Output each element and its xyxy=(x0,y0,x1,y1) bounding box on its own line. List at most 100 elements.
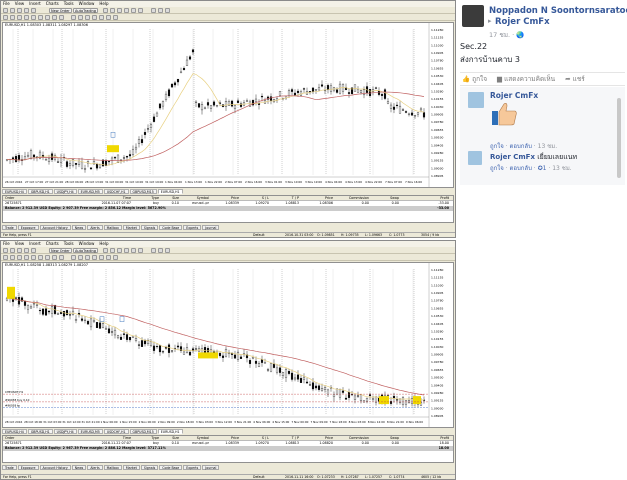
col-time[interactable]: Time xyxy=(31,196,131,200)
period-m30-button[interactable] xyxy=(92,15,97,20)
tab-mailbox[interactable]: Mailbox xyxy=(103,465,122,470)
col-size[interactable]: Size xyxy=(159,196,179,200)
autotrading-button[interactable]: AutoTrading xyxy=(73,248,98,253)
col-tp[interactable]: T / P xyxy=(269,196,299,200)
horizontal-line-icon[interactable] xyxy=(24,15,29,20)
candle-chart-icon[interactable] xyxy=(110,8,115,13)
tab-market[interactable]: Market xyxy=(122,465,140,470)
col-swap[interactable]: Swap xyxy=(369,196,399,200)
col-commission[interactable]: Commission xyxy=(333,436,369,440)
symbol-tab[interactable]: USDJPY,H4 xyxy=(53,189,77,194)
col-time[interactable]: Time xyxy=(31,436,131,440)
symbol-tab[interactable]: EURUSD,H4 xyxy=(2,189,27,194)
period-m5-button[interactable] xyxy=(78,255,83,260)
tab-trade[interactable]: Trade xyxy=(2,465,17,470)
cursor-icon[interactable] xyxy=(3,15,8,20)
commenter-avatar[interactable] xyxy=(468,151,482,165)
commenter-name[interactable]: Rojer CmFx xyxy=(490,153,535,161)
periods-icon[interactable] xyxy=(158,248,163,253)
line-chart-icon[interactable] xyxy=(117,248,122,253)
trendline-icon[interactable] xyxy=(31,255,36,260)
tab-alerts[interactable]: Alerts xyxy=(87,465,103,470)
col-swap[interactable]: Swap xyxy=(369,436,399,440)
col-price[interactable]: Price xyxy=(209,196,239,200)
indicators-icon[interactable] xyxy=(151,248,156,253)
author-avatar[interactable] xyxy=(462,5,484,27)
tab-account-history[interactable]: Account History xyxy=(39,225,71,230)
indicators-icon[interactable] xyxy=(151,8,156,13)
col-price2[interactable]: Price xyxy=(299,436,333,440)
zoom-out-icon[interactable] xyxy=(131,248,136,253)
tab-journal[interactable]: Journal xyxy=(202,465,220,470)
period-m1-button[interactable] xyxy=(71,255,76,260)
period-h4-button[interactable] xyxy=(106,15,111,20)
autotrading-button[interactable]: AutoTrading xyxy=(73,8,98,13)
symbol-tab[interactable]: EURUSD,M5 xyxy=(77,429,103,434)
symbol-tab-active[interactable]: EURUSD,H1 xyxy=(157,429,183,434)
period-d1-button[interactable] xyxy=(113,255,118,260)
col-commission[interactable]: Commission xyxy=(333,196,369,200)
symbol-tab[interactable]: GBPUSD,M15 xyxy=(129,189,157,194)
market-watch-icon[interactable] xyxy=(17,8,22,13)
symbol-tab[interactable]: USDCHF,H1 xyxy=(103,429,129,434)
profiles-icon[interactable] xyxy=(10,8,15,13)
col-price2[interactable]: Price xyxy=(299,196,333,200)
tab-signals[interactable]: Signals xyxy=(140,465,159,470)
tab-journal[interactable]: Journal xyxy=(202,225,220,230)
period-h1-button[interactable] xyxy=(99,255,104,260)
scrollbar[interactable] xyxy=(617,98,621,178)
tab-alerts[interactable]: Alerts xyxy=(87,225,103,230)
col-symbol[interactable]: Symbol xyxy=(179,436,209,440)
tab-signals[interactable]: Signals xyxy=(140,225,159,230)
col-profit[interactable]: Profit xyxy=(399,436,449,440)
post-target[interactable]: Rojer CmFx xyxy=(495,17,550,27)
symbol-tab[interactable]: USDJPY,H4 xyxy=(53,429,77,434)
crosshair-icon[interactable] xyxy=(10,255,15,260)
symbol-tab-active[interactable]: EURUSD,H1 xyxy=(157,189,183,194)
comment-button[interactable]: ▆ แสดงความคิดเห็น xyxy=(497,74,555,84)
new-order-button[interactable]: New Order xyxy=(49,248,72,253)
col-size[interactable]: Size xyxy=(159,436,179,440)
like-button[interactable]: 👍 ถูกใจ xyxy=(462,74,487,84)
comment-reply-link[interactable]: ตอบกลับ xyxy=(509,143,531,150)
commenter-avatar[interactable] xyxy=(468,92,484,108)
new-order-button[interactable]: New Order xyxy=(49,8,72,13)
new-chart-icon[interactable] xyxy=(3,248,8,253)
period-m30-button[interactable] xyxy=(92,255,97,260)
label-icon[interactable] xyxy=(59,15,64,20)
zoom-out-icon[interactable] xyxy=(131,8,136,13)
share-button[interactable]: ➦ แชร์ xyxy=(565,74,585,84)
price-chart[interactable]: EURUSD,H1 1.08303 1.08311 1.08297 1.0830… xyxy=(2,22,454,188)
tab-code-base[interactable]: Code Base xyxy=(159,465,183,470)
col-sl[interactable]: S / L xyxy=(239,196,269,200)
period-h4-button[interactable] xyxy=(106,255,111,260)
comment-like-link[interactable]: ถูกใจ xyxy=(490,143,504,150)
col-type[interactable]: Type xyxy=(131,436,159,440)
comment-reply-link[interactable]: ตอบกลับ xyxy=(509,165,531,172)
symbol-tab[interactable]: GBPUSD,H1 xyxy=(27,189,53,194)
symbol-tab[interactable]: GBPUSD,H1 xyxy=(27,429,53,434)
market-watch-icon[interactable] xyxy=(17,248,22,253)
tab-news[interactable]: News xyxy=(71,465,87,470)
tab-exposure[interactable]: Exposure xyxy=(17,225,39,230)
horizontal-line-icon[interactable] xyxy=(24,255,29,260)
bar-chart-icon[interactable] xyxy=(103,8,108,13)
templates-icon[interactable] xyxy=(165,8,170,13)
navigator-icon[interactable] xyxy=(24,248,29,253)
vertical-line-icon[interactable] xyxy=(17,255,22,260)
commenter-name[interactable]: Rojer CmFx xyxy=(490,91,538,100)
periods-icon[interactable] xyxy=(158,8,163,13)
label-icon[interactable] xyxy=(59,255,64,260)
candle-chart-icon[interactable] xyxy=(110,248,115,253)
channel-icon[interactable] xyxy=(38,15,43,20)
col-symbol[interactable]: Symbol xyxy=(179,196,209,200)
period-m15-button[interactable] xyxy=(85,15,90,20)
period-m5-button[interactable] xyxy=(78,15,83,20)
period-m1-button[interactable] xyxy=(71,15,76,20)
post-time[interactable]: 17 ชม. · 🌏 xyxy=(489,30,524,40)
col-order[interactable]: Order xyxy=(3,436,31,440)
fibonacci-icon[interactable] xyxy=(45,255,50,260)
tab-code-base[interactable]: Code Base xyxy=(159,225,183,230)
vertical-line-icon[interactable] xyxy=(17,15,22,20)
symbol-tab[interactable]: EURUSD,H4 xyxy=(2,429,27,434)
